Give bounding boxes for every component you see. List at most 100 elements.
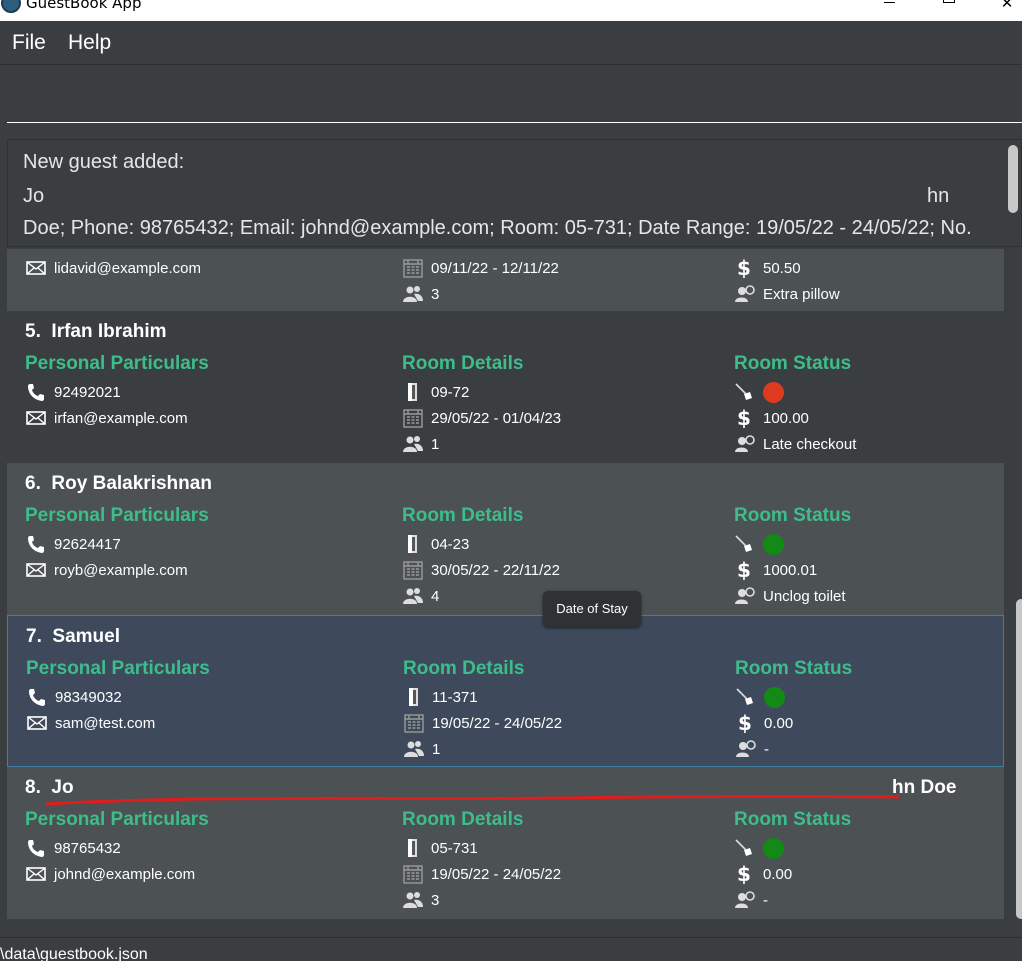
svg-text:$: $ xyxy=(737,408,751,428)
guest-name: 6. Roy Balakrishnan xyxy=(25,473,212,495)
guest-pax: 1 xyxy=(431,435,440,453)
guest-email: irfan@example.com xyxy=(54,409,188,427)
section-personal-particulars: Personal Particulars xyxy=(26,658,210,679)
pax-row: 1 xyxy=(403,739,440,759)
email-row: royb@example.com xyxy=(25,560,188,580)
people-icon xyxy=(403,739,425,759)
guest-index: 6. xyxy=(25,473,41,494)
guest-price: 1000.01 xyxy=(763,561,818,579)
cleaned-row xyxy=(735,686,785,708)
price-row: $ 0.00 xyxy=(734,864,792,884)
people-icon xyxy=(402,284,424,304)
room-row: 11-371 xyxy=(403,687,478,707)
dirty-status-dot xyxy=(763,381,784,403)
date-row: 29/05/22 - 01/04/23 xyxy=(402,408,561,428)
request-row: Extra pillow xyxy=(734,284,840,304)
calendar-icon xyxy=(402,408,424,428)
price-row: $ 50.50 xyxy=(734,258,801,278)
calendar-icon xyxy=(402,560,424,580)
storage-path: \data\guestbook.json xyxy=(0,946,148,961)
guest-card[interactable]: 5. Irfan Ibrahim Personal Particulars Ro… xyxy=(7,311,1004,463)
guest-request: - xyxy=(764,740,769,758)
date-of-stay-tooltip: Date of Stay xyxy=(543,591,641,627)
section-room-status: Room Status xyxy=(734,353,852,374)
section-room-details: Room Details xyxy=(402,353,524,374)
phone-row: 92492021 xyxy=(25,382,121,402)
list-scrollbar-thumb[interactable] xyxy=(1016,599,1022,919)
request-icon xyxy=(734,434,756,454)
broom-icon xyxy=(735,687,757,707)
price-row: $ 1000.01 xyxy=(734,560,817,580)
guest-room: 05-731 xyxy=(431,839,478,857)
date-row: 19/05/22 - 24/05/22 xyxy=(403,713,562,733)
dollar-icon: $ xyxy=(734,408,756,428)
cleaned-row xyxy=(734,837,784,859)
request-row: - xyxy=(734,890,768,910)
date-row: 09/11/22 - 12/11/22 xyxy=(402,258,559,278)
section-room-details: Room Details xyxy=(402,505,524,526)
request-icon xyxy=(734,284,756,304)
door-icon xyxy=(402,382,424,402)
svg-text:$: $ xyxy=(737,560,751,580)
request-icon xyxy=(734,890,756,910)
request-icon xyxy=(734,586,756,606)
broom-icon xyxy=(734,382,756,402)
menu-help[interactable]: Help xyxy=(68,31,111,55)
phone-row: 98349032 xyxy=(26,687,122,707)
guest-name: 7. Samuel xyxy=(26,626,120,648)
clean-status-dot xyxy=(763,533,784,555)
dollar-icon: $ xyxy=(735,713,757,733)
request-row: - xyxy=(735,739,769,759)
maximize-icon[interactable] xyxy=(939,0,959,12)
door-icon xyxy=(403,687,425,707)
pax-row: 4 xyxy=(402,586,439,606)
request-row: Unclog toilet xyxy=(734,586,846,606)
guest-phone: 98765432 xyxy=(54,839,121,857)
guest-request: - xyxy=(763,891,768,909)
guest-list: lidavid@example.com 09/11/22 - 12/11/22 … xyxy=(7,249,1022,934)
guest-card-partial[interactable]: lidavid@example.com 09/11/22 - 12/11/22 … xyxy=(7,249,1004,312)
list-scrollbar[interactable] xyxy=(1014,249,1022,934)
minimize-icon[interactable] xyxy=(880,0,900,12)
price-row: $ 100.00 xyxy=(734,408,809,428)
result-message-line: hn xyxy=(927,185,950,207)
calendar-icon xyxy=(403,713,425,733)
request-row: Late checkout xyxy=(734,434,856,454)
guestbook-app-icon xyxy=(1,0,21,13)
guest-name-text: Roy Balakrishnan xyxy=(51,473,212,494)
guest-index: 7. xyxy=(26,626,42,647)
menu-file[interactable]: File xyxy=(12,31,46,55)
room-row: 05-731 xyxy=(402,838,478,858)
price-row: $ 0.00 xyxy=(735,713,793,733)
dollar-icon: $ xyxy=(734,258,756,278)
dollar-icon: $ xyxy=(734,560,756,580)
guest-name-text: Jo xyxy=(51,777,74,798)
result-scrollbar[interactable] xyxy=(1008,145,1018,215)
result-message-line: New guest added: xyxy=(23,151,185,173)
calendar-icon xyxy=(402,864,424,884)
result-scrollbar-thumb[interactable] xyxy=(1008,145,1018,213)
broom-icon xyxy=(734,534,756,554)
clean-status-dot xyxy=(764,686,785,708)
guest-room: 04-23 xyxy=(431,535,470,553)
close-icon[interactable]: ✕ xyxy=(997,0,1017,12)
guest-card[interactable]: 8. Jo hn Doe Personal Particulars Room D… xyxy=(7,767,1004,919)
command-input[interactable] xyxy=(7,66,1022,123)
phone-icon xyxy=(26,687,48,707)
guest-name-tail: hn Doe xyxy=(892,777,957,798)
email-row: sam@test.com xyxy=(26,713,155,733)
guest-date-range: 30/05/22 - 22/11/22 xyxy=(431,561,560,579)
result-message-line: Jo xyxy=(23,185,45,207)
guest-date-range: 09/11/22 - 12/11/22 xyxy=(431,259,559,277)
window-title: GuestBook App xyxy=(26,0,142,12)
result-message-line: Doe; Phone: 98765432; Email: johnd@examp… xyxy=(23,217,972,239)
mail-icon xyxy=(25,408,47,428)
section-personal-particulars: Personal Particulars xyxy=(25,505,209,526)
calendar-icon xyxy=(402,258,424,278)
guest-card[interactable]: 6. Roy Balakrishnan Personal Particulars… xyxy=(7,463,1004,615)
guest-date-range: 29/05/22 - 01/04/23 xyxy=(431,409,562,427)
guest-price: 0.00 xyxy=(764,714,794,732)
guest-card[interactable]: 7. Samuel Personal Particulars Room Deta… xyxy=(7,615,1004,767)
guest-name-text: Samuel xyxy=(52,626,121,647)
guest-name: 5. Irfan Ibrahim xyxy=(25,321,167,343)
